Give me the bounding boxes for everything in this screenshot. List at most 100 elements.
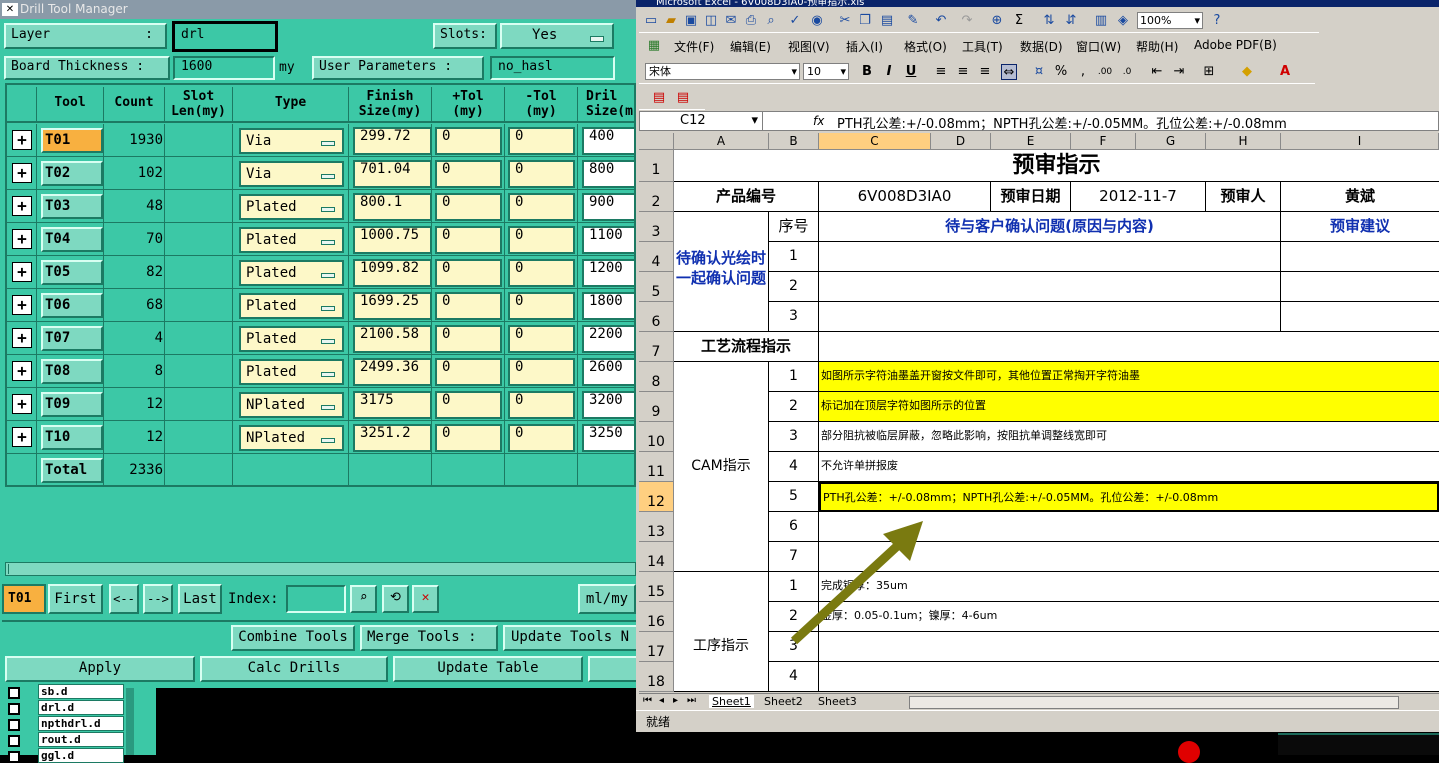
plus-tol-input[interactable]: 0 (435, 292, 502, 320)
tool-button[interactable]: T01 (41, 128, 103, 153)
plus-tol-input[interactable]: 0 (435, 391, 502, 419)
layer-checkbox[interactable] (8, 703, 20, 715)
apply-button[interactable]: Apply (5, 656, 195, 682)
minus-tol-input[interactable]: 0 (508, 424, 575, 452)
expand-icon[interactable]: + (12, 427, 32, 447)
drill-size-input[interactable]: 2600 (582, 358, 634, 386)
tool-button[interactable]: T02 (41, 161, 103, 186)
type-dropdown[interactable]: Plated (239, 326, 344, 352)
finish-size-input[interactable]: 3175 (353, 391, 432, 419)
tool-button[interactable]: T08 (41, 359, 103, 384)
finish-size-input[interactable]: 299.72 (353, 127, 432, 155)
refresh-icon[interactable]: ⟲ (382, 585, 409, 613)
drill-size-input[interactable]: 1100 (582, 226, 634, 254)
minus-tol-input[interactable]: 0 (508, 292, 575, 320)
sheet-tab[interactable]: Sheet3 (815, 695, 860, 708)
tool-button[interactable]: T05 (41, 260, 103, 285)
finish-size-input[interactable]: 1099.82 (353, 259, 432, 287)
plus-tol-input[interactable]: 0 (435, 127, 502, 155)
calc-drills-button[interactable]: Calc Drills (200, 656, 388, 682)
finish-size-input[interactable]: 2100.58 (353, 325, 432, 353)
expand-icon[interactable]: + (12, 361, 32, 381)
next-sheet-icon[interactable]: ▸ (673, 695, 678, 706)
type-dropdown[interactable]: Plated (239, 359, 344, 385)
drill-size-input[interactable]: 3250 (582, 424, 634, 452)
layer-checkbox[interactable] (8, 735, 20, 747)
prev-sheet-icon[interactable]: ◂ (659, 695, 664, 706)
type-dropdown[interactable]: Via (239, 161, 344, 187)
minus-tol-input[interactable]: 0 (508, 127, 575, 155)
expand-icon[interactable]: + (12, 163, 32, 183)
sheet-tab[interactable]: Sheet2 (761, 695, 806, 708)
drill-size-input[interactable]: 800 (582, 160, 634, 188)
minus-tol-input[interactable]: 0 (508, 325, 575, 353)
minus-tol-input[interactable]: 0 (508, 226, 575, 254)
plus-tol-input[interactable]: 0 (435, 358, 502, 386)
expand-icon[interactable]: + (12, 229, 32, 249)
update-tools-button[interactable]: Update Tools N (503, 625, 636, 651)
user-parameters-input[interactable]: no_hasl (490, 56, 615, 80)
plus-tol-input[interactable]: 0 (435, 160, 502, 188)
last-button[interactable]: Last (178, 584, 222, 614)
tool-button[interactable]: T07 (41, 326, 103, 351)
layer-checkbox[interactable] (8, 687, 20, 699)
drill-size-input[interactable]: 3200 (582, 391, 634, 419)
expand-icon[interactable]: + (12, 196, 32, 216)
sheet-tab[interactable]: Sheet1 (709, 695, 754, 708)
tool-button[interactable]: T06 (41, 293, 103, 318)
drill-size-input[interactable]: 1200 (582, 259, 634, 287)
type-dropdown[interactable]: Plated (239, 227, 344, 253)
finish-size-input[interactable]: 701.04 (353, 160, 432, 188)
type-dropdown[interactable]: Via (239, 128, 344, 154)
layer-item[interactable]: npthdrl.d (38, 716, 124, 731)
layer-checkbox[interactable] (8, 719, 20, 731)
close-icon[interactable]: ✕ (2, 3, 18, 16)
plus-tol-input[interactable]: 0 (435, 226, 502, 254)
next-button[interactable]: --> (143, 584, 173, 614)
drill-size-input[interactable]: 1800 (582, 292, 634, 320)
close-button[interactable] (588, 656, 636, 682)
first-sheet-icon[interactable]: ⏮ (643, 695, 652, 706)
drill-size-input[interactable]: 2200 (582, 325, 634, 353)
layer-input[interactable]: drl (172, 21, 278, 52)
first-button[interactable]: First (48, 584, 103, 614)
update-table-button[interactable]: Update Table (393, 656, 583, 682)
horizontal-scrollbar[interactable] (5, 562, 636, 576)
scroll-left-icon[interactable] (8, 564, 18, 574)
delete-icon[interactable]: ✕ (412, 585, 439, 613)
combine-tools-button[interactable]: Combine Tools (231, 625, 355, 651)
expand-icon[interactable]: + (12, 130, 32, 150)
tool-button[interactable]: T09 (41, 392, 103, 417)
expand-icon[interactable]: + (12, 295, 32, 315)
minus-tol-input[interactable]: 0 (508, 391, 575, 419)
unit-toggle-button[interactable]: ml/my (578, 584, 636, 614)
type-dropdown[interactable]: Plated (239, 260, 344, 286)
plus-tol-input[interactable]: 0 (435, 259, 502, 287)
plus-tol-input[interactable]: 0 (435, 193, 502, 221)
finish-size-input[interactable]: 1000.75 (353, 226, 432, 254)
type-dropdown[interactable]: NPlated (239, 392, 344, 418)
expand-icon[interactable]: + (12, 262, 32, 282)
minus-tol-input[interactable]: 0 (508, 160, 575, 188)
last-sheet-icon[interactable]: ⏭ (687, 695, 696, 706)
finish-size-input[interactable]: 1699.25 (353, 292, 432, 320)
layer-item[interactable]: sb.d (38, 684, 124, 699)
finish-size-input[interactable]: 2499.36 (353, 358, 432, 386)
search-icon[interactable]: ⌕ (350, 585, 377, 613)
type-dropdown[interactable]: NPlated (239, 425, 344, 451)
tool-button[interactable]: T03 (41, 194, 103, 219)
slots-dropdown[interactable]: Yes (500, 23, 614, 49)
layer-item[interactable]: drl.d (38, 700, 124, 715)
plus-tol-input[interactable]: 0 (435, 424, 502, 452)
expand-icon[interactable]: + (12, 328, 32, 348)
type-dropdown[interactable]: Plated (239, 194, 344, 220)
minus-tol-input[interactable]: 0 (508, 193, 575, 221)
drill-size-input[interactable]: 400 (582, 127, 634, 155)
index-input[interactable] (286, 585, 346, 613)
minus-tol-input[interactable]: 0 (508, 358, 575, 386)
tool-button[interactable]: T10 (41, 425, 103, 450)
layer-list-scrollbar[interactable] (126, 688, 134, 755)
tool-button[interactable]: T04 (41, 227, 103, 252)
horizontal-scrollbar[interactable] (909, 696, 1399, 709)
type-dropdown[interactable]: Plated (239, 293, 344, 319)
